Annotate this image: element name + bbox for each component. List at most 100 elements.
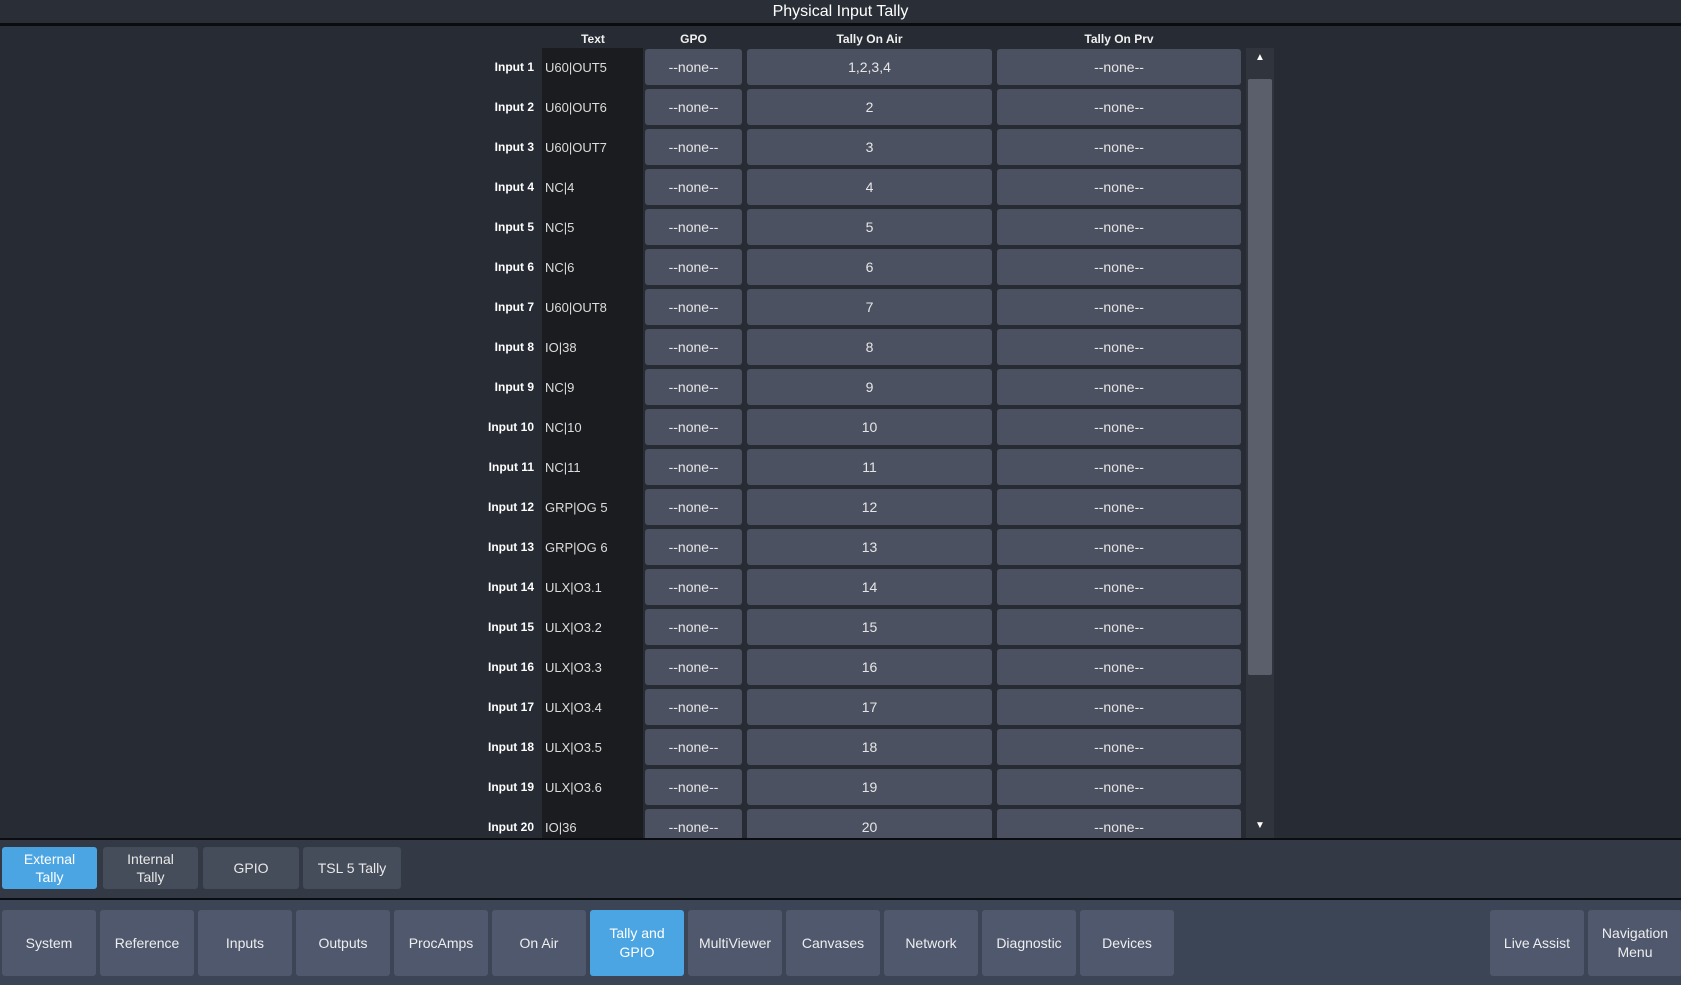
gpo-select[interactable]: --none-- [645, 129, 742, 165]
gpo-select[interactable]: --none-- [645, 209, 742, 245]
gpo-select[interactable]: --none-- [645, 769, 742, 805]
scrollbar[interactable]: ▲ ▼ [1246, 48, 1274, 838]
gpo-select[interactable]: --none-- [645, 169, 742, 205]
gpo-select[interactable]: --none-- [645, 729, 742, 765]
gpo-select[interactable]: --none-- [645, 529, 742, 565]
tally-on-prv-select[interactable]: --none-- [997, 89, 1241, 125]
table-row: Input 8 IO|38 --none-- 8 --none-- [0, 329, 1250, 366]
input-text: U60|OUT6 [545, 100, 607, 115]
tally-on-air-select[interactable]: 10 [747, 409, 992, 445]
nav-button-live-assist[interactable]: Live Assist [1490, 910, 1584, 976]
tally-on-air-select[interactable]: 15 [747, 609, 992, 645]
tally-on-prv-select[interactable]: --none-- [997, 769, 1241, 805]
column-header-gpo: GPO [680, 32, 707, 46]
nav-button-canvases[interactable]: Canvases [786, 910, 880, 976]
input-text: ULX|O3.4 [545, 700, 602, 715]
tally-on-prv-select[interactable]: --none-- [997, 129, 1241, 165]
tally-on-air-select[interactable]: 2 [747, 89, 992, 125]
tally-on-prv-select[interactable]: --none-- [997, 489, 1241, 525]
nav-button-reference[interactable]: Reference [100, 910, 194, 976]
gpo-select[interactable]: --none-- [645, 49, 742, 85]
tally-on-prv-select[interactable]: --none-- [997, 569, 1241, 605]
tab-external-tally[interactable]: External Tally [2, 847, 97, 889]
tally-on-prv-select[interactable]: --none-- [997, 689, 1241, 725]
table-row: Input 1 U60|OUT5 --none-- 1,2,3,4 --none… [0, 49, 1250, 86]
tally-on-prv-select[interactable]: --none-- [997, 169, 1241, 205]
tally-on-prv-select[interactable]: --none-- [997, 289, 1241, 325]
tally-on-air-select[interactable]: 19 [747, 769, 992, 805]
tally-on-prv-select[interactable]: --none-- [997, 609, 1241, 645]
gpo-select[interactable]: --none-- [645, 329, 742, 365]
tally-on-prv-select[interactable]: --none-- [997, 209, 1241, 245]
input-label: Input 3 [494, 140, 534, 154]
gpo-select[interactable]: --none-- [645, 689, 742, 725]
tally-on-air-select[interactable]: 13 [747, 529, 992, 565]
tally-on-air-select[interactable]: 4 [747, 169, 992, 205]
tally-on-air-select[interactable]: 18 [747, 729, 992, 765]
tally-on-air-select[interactable]: 3 [747, 129, 992, 165]
tally-on-prv-select[interactable]: --none-- [997, 49, 1241, 85]
tally-on-prv-select[interactable]: --none-- [997, 449, 1241, 485]
gpo-select[interactable]: --none-- [645, 409, 742, 445]
tally-on-prv-select[interactable]: --none-- [997, 329, 1241, 365]
gpo-select[interactable]: --none-- [645, 489, 742, 525]
tally-on-air-select[interactable]: 14 [747, 569, 992, 605]
gpo-select[interactable]: --none-- [645, 649, 742, 685]
scroll-up-arrow-icon[interactable]: ▲ [1246, 52, 1274, 63]
tally-on-prv-select[interactable]: --none-- [997, 809, 1241, 838]
tally-on-air-select[interactable]: 20 [747, 809, 992, 838]
tally-on-prv-select[interactable]: --none-- [997, 249, 1241, 285]
input-text: ULX|O3.5 [545, 740, 602, 755]
tally-on-prv-select[interactable]: --none-- [997, 369, 1241, 405]
tab-gpio[interactable]: GPIO [203, 847, 299, 889]
nav-button-on-air[interactable]: On Air [492, 910, 586, 976]
tally-on-air-select[interactable]: 17 [747, 689, 992, 725]
table-row: Input 4 NC|4 --none-- 4 --none-- [0, 169, 1250, 206]
gpo-select[interactable]: --none-- [645, 449, 742, 485]
input-text: NC|10 [545, 420, 582, 435]
tally-on-air-select[interactable]: 11 [747, 449, 992, 485]
table-row: Input 12 GRP|OG 5 --none-- 12 --none-- [0, 489, 1250, 526]
table-row: Input 6 NC|6 --none-- 6 --none-- [0, 249, 1250, 286]
nav-button-diagnostic[interactable]: Diagnostic [982, 910, 1076, 976]
tally-on-air-select[interactable]: 12 [747, 489, 992, 525]
nav-button-system[interactable]: System [2, 910, 96, 976]
table-row: Input 13 GRP|OG 6 --none-- 13 --none-- [0, 529, 1250, 566]
nav-button-procamps[interactable]: ProcAmps [394, 910, 488, 976]
nav-button-devices[interactable]: Devices [1080, 910, 1174, 976]
tally-on-air-select[interactable]: 5 [747, 209, 992, 245]
tally-on-air-select[interactable]: 1,2,3,4 [747, 49, 992, 85]
tab-internal-tally[interactable]: Internal Tally [103, 847, 198, 889]
tally-on-prv-select[interactable]: --none-- [997, 529, 1241, 565]
nav-button-tally-and-gpio[interactable]: Tally and GPIO [590, 910, 684, 976]
tally-on-air-select[interactable]: 9 [747, 369, 992, 405]
gpo-select[interactable]: --none-- [645, 249, 742, 285]
nav-button-inputs[interactable]: Inputs [198, 910, 292, 976]
tab-tsl-5-tally[interactable]: TSL 5 Tally [303, 847, 401, 889]
tally-on-prv-select[interactable]: --none-- [997, 409, 1241, 445]
tally-on-prv-select[interactable]: --none-- [997, 729, 1241, 765]
gpo-select[interactable]: --none-- [645, 289, 742, 325]
tally-on-air-select[interactable]: 6 [747, 249, 992, 285]
nav-button-outputs[interactable]: Outputs [296, 910, 390, 976]
nav-button-network[interactable]: Network [884, 910, 978, 976]
input-label: Input 7 [494, 300, 534, 314]
gpo-select[interactable]: --none-- [645, 809, 742, 838]
tally-on-air-select[interactable]: 16 [747, 649, 992, 685]
input-text: ULX|O3.1 [545, 580, 602, 595]
input-label: Input 9 [494, 380, 534, 394]
tally-on-air-select[interactable]: 7 [747, 289, 992, 325]
nav-button-navigation-menu[interactable]: Navigation Menu [1588, 910, 1681, 976]
input-text: IO|36 [545, 820, 577, 835]
gpo-select[interactable]: --none-- [645, 569, 742, 605]
gpo-select[interactable]: --none-- [645, 369, 742, 405]
nav-button-multiviewer[interactable]: MultiViewer [688, 910, 782, 976]
scrollbar-thumb[interactable] [1248, 79, 1272, 675]
tally-table: Input 1 U60|OUT5 --none-- 1,2,3,4 --none… [0, 48, 1681, 838]
input-label: Input 2 [494, 100, 534, 114]
scroll-down-arrow-icon[interactable]: ▼ [1246, 820, 1274, 831]
tally-on-air-select[interactable]: 8 [747, 329, 992, 365]
gpo-select[interactable]: --none-- [645, 89, 742, 125]
gpo-select[interactable]: --none-- [645, 609, 742, 645]
tally-on-prv-select[interactable]: --none-- [997, 649, 1241, 685]
